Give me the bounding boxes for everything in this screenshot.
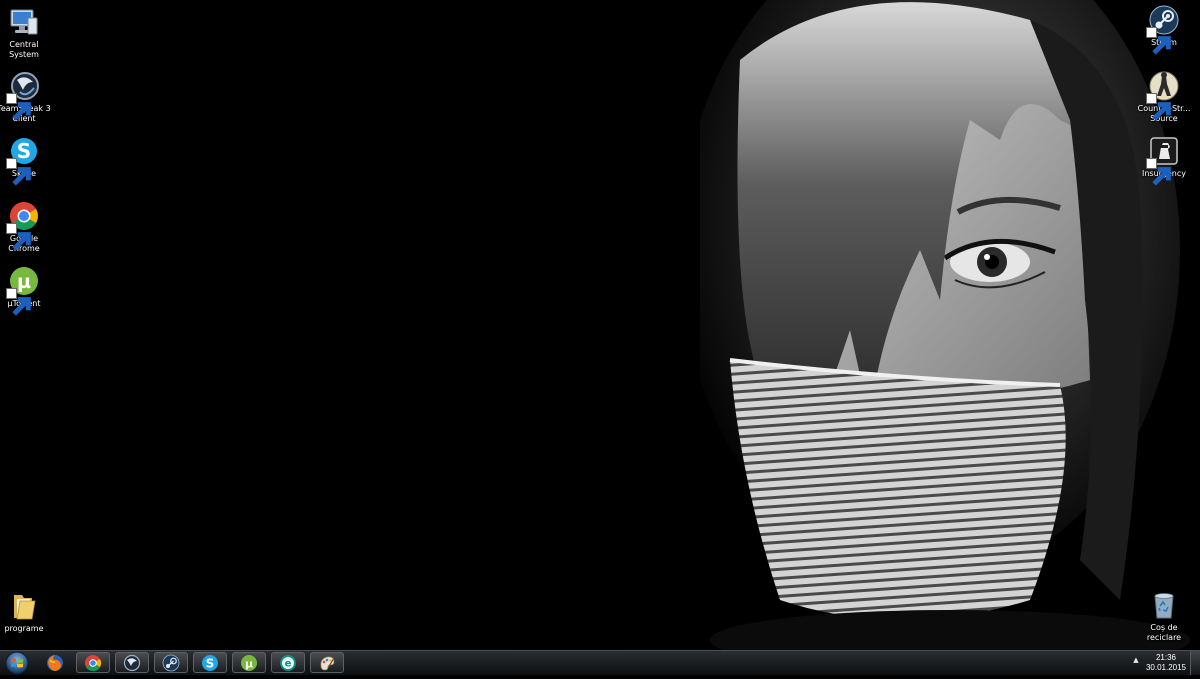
recycle-bin-icon <box>1148 589 1180 621</box>
desktop-icon-central-system[interactable]: Central System <box>0 6 56 59</box>
clock-time: 21:36 <box>1155 653 1177 662</box>
svg-text:µ: µ <box>245 657 253 670</box>
shortcut-arrow-icon <box>1146 93 1171 121</box>
desktop-icon-programe-folder[interactable]: programe <box>0 590 56 634</box>
desktop-icon-skype[interactable]: S Skype <box>0 135 56 186</box>
taskbar: S µ e ▲ 21:36 30.01.2015 <box>0 650 1200 675</box>
desktop-icon-insurgency[interactable]: Insurgency <box>1132 135 1196 186</box>
shortcut-arrow-icon <box>6 223 31 251</box>
show-hidden-icons-button[interactable]: ▲ <box>1131 656 1141 668</box>
wallpaper-portrait-image <box>700 0 1190 650</box>
computer-icon <box>8 6 40 38</box>
clock-date: 30.01.2015 <box>1145 663 1187 672</box>
firefox-icon <box>47 654 63 671</box>
counter-strike-icon <box>1146 70 1180 121</box>
taskbar-button-firefox[interactable] <box>38 652 72 673</box>
start-button[interactable] <box>3 651 31 675</box>
steam-icon <box>1146 4 1180 55</box>
utorrent-icon: µ <box>241 654 257 671</box>
desktop-icon-label: Coș de reciclare <box>1146 623 1182 642</box>
folder-icon <box>8 590 40 622</box>
insurgency-icon <box>1146 135 1180 186</box>
taskbar-button-chrome[interactable] <box>76 652 110 673</box>
desktop-icon-utorrent[interactable]: µ µTorrent <box>0 265 56 316</box>
taskbar-button-utorrent[interactable]: µ <box>232 652 266 673</box>
shortcut-arrow-icon <box>1146 27 1171 55</box>
chrome-icon <box>85 654 102 671</box>
taskbar-button-steam[interactable] <box>154 652 188 673</box>
teamspeak-icon <box>6 70 40 121</box>
taskbar-button-eset[interactable]: e <box>271 652 305 673</box>
eset-icon: e <box>280 654 296 671</box>
windows-logo-icon <box>5 651 29 675</box>
taskbar-button-teamspeak[interactable] <box>115 652 149 673</box>
desktop-icon-recycle-bin[interactable]: Coș de reciclare <box>1132 589 1196 642</box>
shortcut-arrow-icon <box>1146 158 1171 186</box>
shortcut-arrow-icon <box>6 93 31 121</box>
steam-icon <box>162 654 180 671</box>
desktop-icon-label: Central System <box>9 40 39 59</box>
taskbar-button-skype[interactable]: S <box>193 652 227 673</box>
taskbar-clock[interactable]: 21:36 30.01.2015 <box>1144 653 1188 673</box>
svg-text:e: e <box>285 658 292 669</box>
desktop: Central System TeamSpeak 3 Client S Skyp… <box>0 0 1200 650</box>
desktop-icon-label: programe <box>4 624 44 633</box>
teamspeak-icon <box>123 654 141 671</box>
desktop-icon-steam[interactable]: Steam <box>1132 4 1196 55</box>
svg-text:S: S <box>206 656 215 670</box>
desktop-icon-google-chrome[interactable]: Google Chrome <box>0 200 56 253</box>
shortcut-arrow-icon <box>6 288 31 316</box>
chrome-icon <box>6 200 40 251</box>
skype-icon: S <box>6 135 40 186</box>
desktop-icon-teamspeak-3-client[interactable]: TeamSpeak 3 Client <box>0 70 56 123</box>
paint-icon <box>320 656 335 670</box>
show-desktop-button[interactable] <box>1190 651 1200 675</box>
desktop-icon-counter-strike-source[interactable]: Counter-Str... Source <box>1132 70 1196 123</box>
utorrent-icon: µ <box>6 265 40 316</box>
shortcut-arrow-icon <box>6 158 31 186</box>
taskbar-button-paint[interactable] <box>310 652 344 673</box>
skype-icon: S <box>202 654 218 671</box>
